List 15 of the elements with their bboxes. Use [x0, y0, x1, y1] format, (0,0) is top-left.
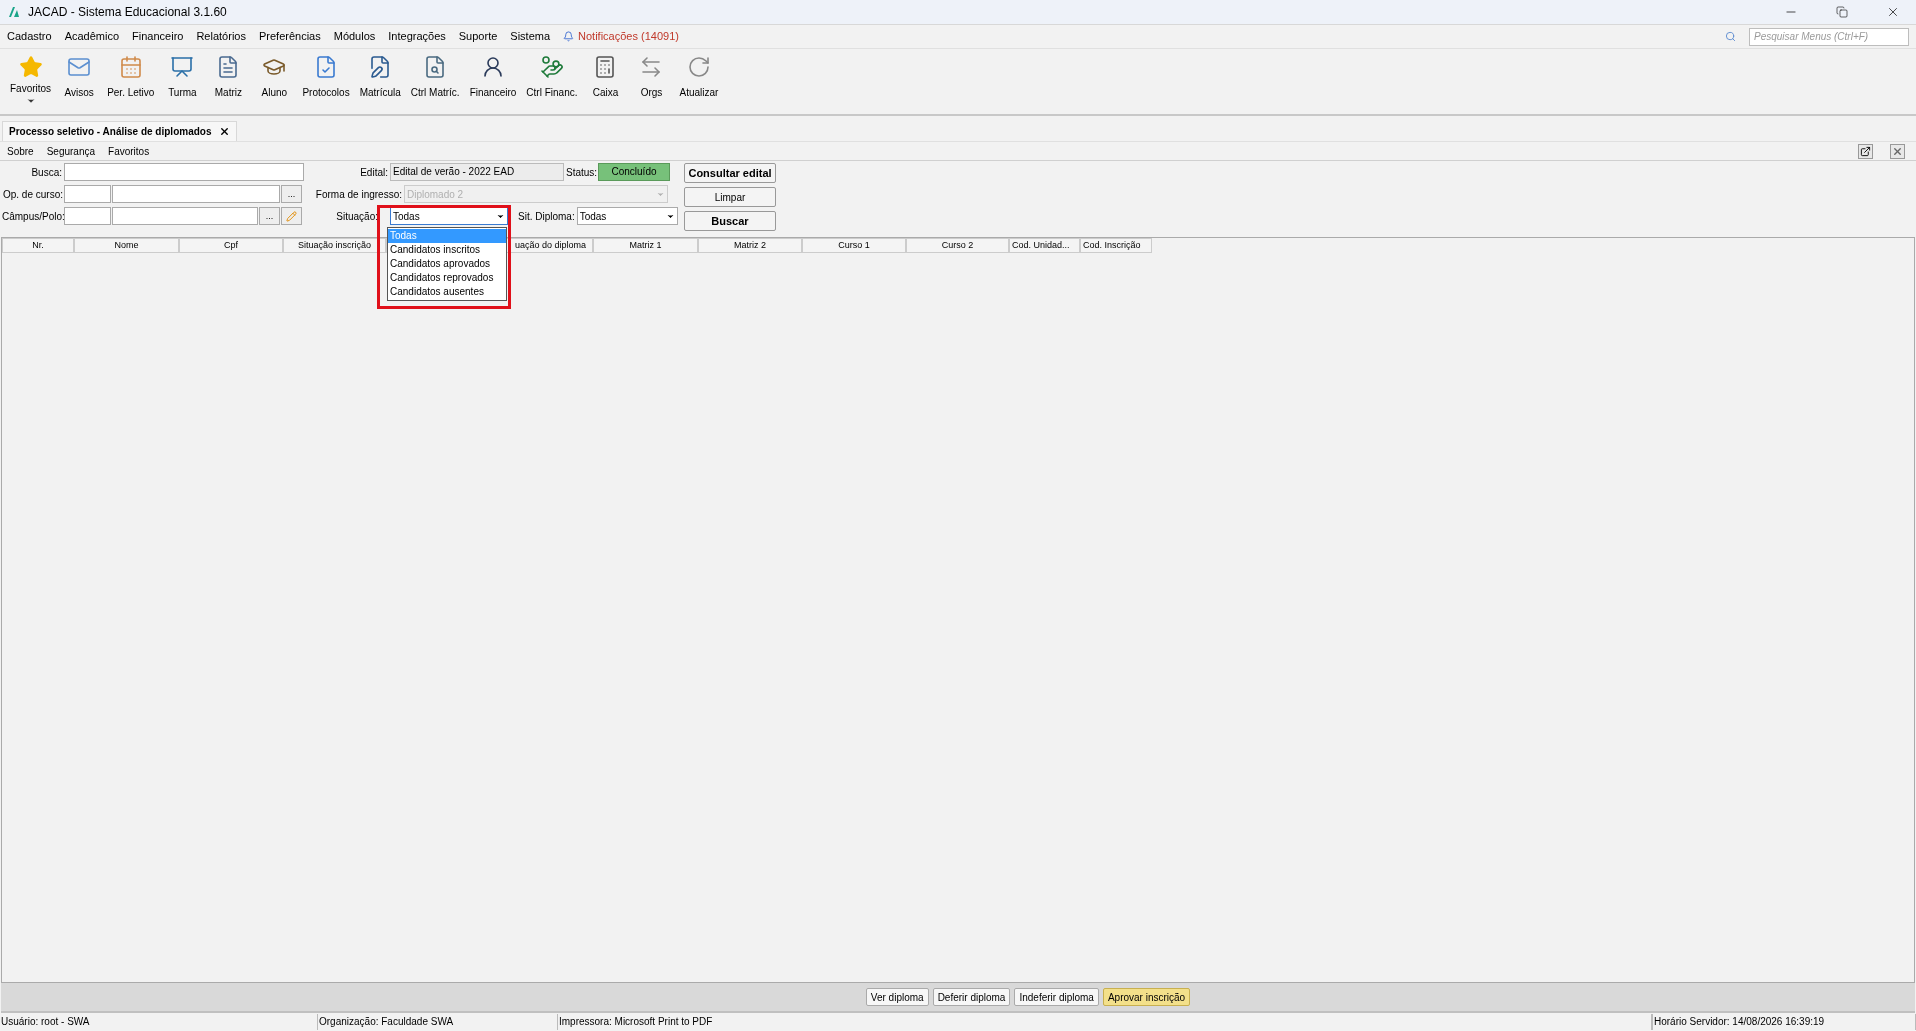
field-label: Op. de curso: [2, 187, 63, 202]
field-label: Edital: [359, 165, 388, 180]
status-bar-field: Horário Servidor: 14/08/2026 16:39:19 [1652, 1014, 1916, 1030]
field-label: Busca: [30, 165, 62, 180]
status-bar-field: Organização: Faculdade SWA [318, 1014, 558, 1030]
edital-field: Edital de verão - 2022 EAD [390, 163, 564, 181]
status-badge: Concluído [598, 163, 670, 181]
field-label: Sit. Diploma: [518, 209, 575, 224]
window-title: JACAD - Sistema Educacional 3.1.60 [28, 4, 227, 21]
status-bar-field: Impressora: Microsoft Print to PDF [558, 1014, 1652, 1030]
field-label: Status: [566, 165, 596, 180]
field-label: Câmpus/Polo: [2, 209, 63, 224]
field-label: Situação: [336, 209, 378, 224]
field-label: Forma de ingresso: [314, 187, 402, 202]
status-bar-field: Usuário: root - SWA [0, 1014, 318, 1030]
